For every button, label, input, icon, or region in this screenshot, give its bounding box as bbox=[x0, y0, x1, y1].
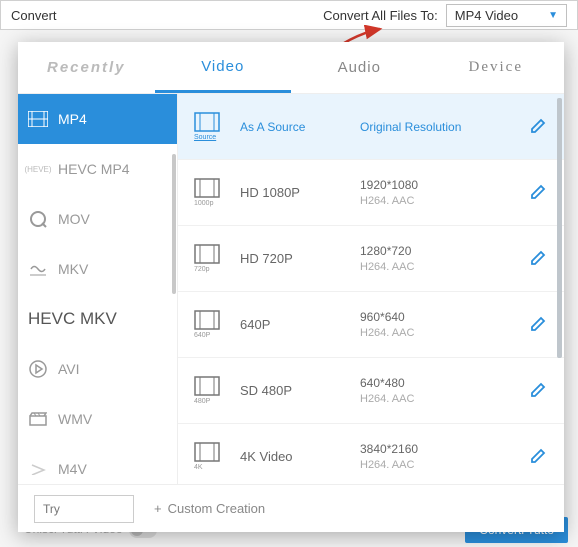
format-dropdown[interactable]: MP4 Video ▼ bbox=[446, 4, 567, 27]
play-circle-icon bbox=[28, 360, 48, 378]
plus-icon: + bbox=[154, 501, 162, 516]
preset-resolution: 3840*2160 bbox=[360, 442, 530, 456]
sidebar-item-wmv[interactable]: WMV bbox=[18, 394, 177, 444]
clapper-icon bbox=[28, 410, 48, 428]
preset-720p[interactable]: 720p HD 720P 1280*720 H264. AAC bbox=[178, 226, 564, 292]
preset-resolution: 1920*1080 bbox=[360, 178, 530, 192]
sidebar-item-hevcmp4[interactable]: (HEVE) HEVC MP4 bbox=[18, 144, 177, 194]
hevc-icon: (HEVE) bbox=[28, 160, 48, 178]
sidebar-item-m4v[interactable]: M4V bbox=[18, 444, 177, 484]
preset-name: 4K Video bbox=[240, 449, 360, 464]
sidebar-item-label: HEVC MP4 bbox=[58, 161, 130, 177]
selected-format: MP4 Video bbox=[455, 8, 518, 23]
preset-codec: H264. AAC bbox=[360, 195, 530, 207]
sidebar-item-label: M4V bbox=[58, 461, 87, 477]
preset-resolution: 640*480 bbox=[360, 376, 530, 390]
film-icon: 4K bbox=[194, 442, 224, 472]
tab-device[interactable]: Device bbox=[428, 42, 565, 93]
preset-4k[interactable]: 4K 4K Video 3840*2160 H264. AAC bbox=[178, 424, 564, 484]
preset-list: Source As A Source Original Resolution 1… bbox=[178, 94, 564, 484]
sidebar-item-mov[interactable]: MOV bbox=[18, 194, 177, 244]
preset-codec: H264. AAC bbox=[360, 393, 530, 405]
preset-codec: H264. AAC bbox=[360, 459, 530, 471]
preset-name: 640P bbox=[240, 317, 360, 332]
sidebar-item-avi[interactable]: AVI bbox=[18, 344, 177, 394]
tab-recently[interactable]: Recently bbox=[18, 42, 155, 93]
triangle-icon bbox=[28, 460, 48, 478]
sidebar-item-label: MP4 bbox=[58, 111, 87, 127]
sidebar-item-label: HEVC MKV bbox=[28, 309, 117, 329]
edit-icon[interactable] bbox=[530, 250, 548, 268]
quicktime-icon bbox=[28, 210, 48, 228]
mkv-icon bbox=[28, 260, 48, 278]
edit-icon[interactable] bbox=[530, 382, 548, 400]
chevron-down-icon: ▼ bbox=[548, 10, 558, 21]
preset-640p[interactable]: 640P 640P 960*640 H264. AAC bbox=[178, 292, 564, 358]
search-input[interactable] bbox=[34, 495, 134, 523]
film-icon: 1000p bbox=[194, 178, 224, 208]
sidebar-item-mp4[interactable]: MP4 bbox=[18, 94, 177, 144]
film-icon bbox=[28, 110, 48, 128]
edit-icon[interactable] bbox=[530, 316, 548, 334]
sidebar-item-hevcmkv[interactable]: HEVC MKV bbox=[18, 294, 177, 344]
format-sidebar: MP4 (HEVE) HEVC MP4 MOV MKV HEVC MKV AVI bbox=[18, 94, 178, 484]
preset-name: As A Source bbox=[240, 120, 360, 134]
preset-codec: H264. AAC bbox=[360, 327, 530, 339]
preset-codec: H264. AAC bbox=[360, 261, 530, 273]
edit-icon[interactable] bbox=[530, 118, 548, 136]
convert-all-to-label: Convert All Files To: bbox=[57, 8, 446, 23]
scrollbar[interactable] bbox=[172, 154, 176, 294]
custom-creation-button[interactable]: + Custom Creation bbox=[154, 501, 265, 516]
sidebar-item-label: WMV bbox=[58, 411, 92, 427]
sidebar-item-mkv[interactable]: MKV bbox=[18, 244, 177, 294]
scrollbar[interactable] bbox=[557, 98, 562, 358]
preset-name: HD 1080P bbox=[240, 185, 360, 200]
sidebar-item-label: MKV bbox=[58, 261, 88, 277]
preset-resolution: Original Resolution bbox=[360, 120, 530, 134]
film-icon: 640P bbox=[194, 310, 224, 340]
film-icon: 720p bbox=[194, 244, 224, 274]
tab-video[interactable]: Video bbox=[155, 42, 292, 93]
edit-icon[interactable] bbox=[530, 184, 548, 202]
custom-label: Custom Creation bbox=[168, 501, 266, 516]
preset-resolution: 1280*720 bbox=[360, 244, 530, 258]
edit-icon[interactable] bbox=[530, 448, 548, 466]
film-icon: Source bbox=[194, 112, 224, 142]
preset-source[interactable]: Source As A Source Original Resolution bbox=[178, 94, 564, 160]
sidebar-item-label: MOV bbox=[58, 211, 90, 227]
preset-resolution: 960*640 bbox=[360, 310, 530, 324]
preset-name: HD 720P bbox=[240, 251, 360, 266]
sidebar-item-label: AVI bbox=[58, 361, 80, 377]
preset-480p[interactable]: 480P SD 480P 640*480 H264. AAC bbox=[178, 358, 564, 424]
tab-audio[interactable]: Audio bbox=[291, 42, 428, 93]
film-icon: 480P bbox=[194, 376, 224, 406]
preset-1080p[interactable]: 1000p HD 1080P 1920*1080 H264. AAC bbox=[178, 160, 564, 226]
format-panel: Recently Video Audio Device MP4 (HEVE) H… bbox=[18, 42, 564, 532]
convert-label: Convert bbox=[11, 8, 57, 23]
preset-name: SD 480P bbox=[240, 383, 360, 398]
